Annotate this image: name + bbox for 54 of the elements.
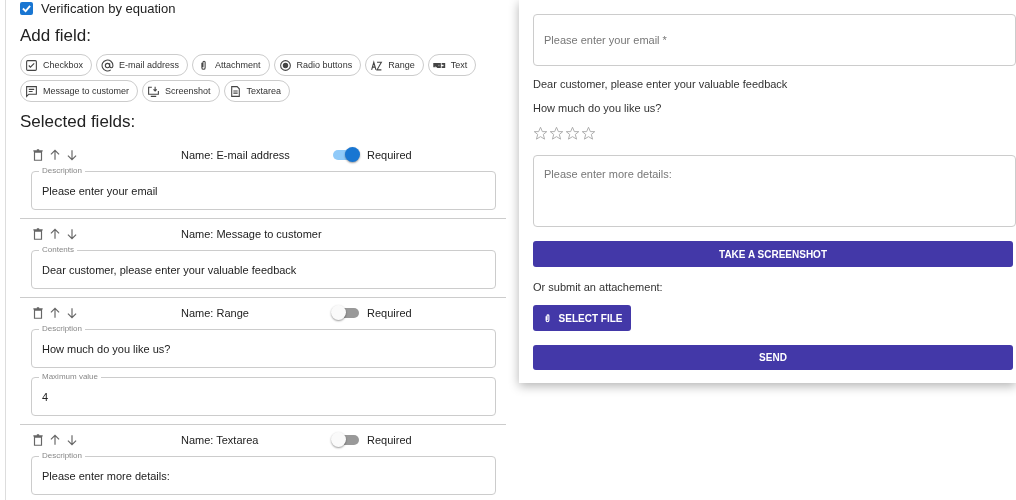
arrow-up-icon[interactable] xyxy=(48,306,62,320)
message-text: Dear customer, please enter your valuable feedback xyxy=(533,78,789,90)
screen-download-icon xyxy=(147,84,161,98)
field-name: Name: Textarea xyxy=(181,434,260,446)
star-icon[interactable] xyxy=(533,126,548,141)
send-button[interactable]: SEND xyxy=(533,345,1013,370)
email-field[interactable]: Please enter your email * xyxy=(533,14,1016,66)
radio-icon xyxy=(278,58,292,72)
sort-icon xyxy=(370,58,384,72)
field-type-chip[interactable]: Textarea xyxy=(223,80,291,102)
field-name: Name: Range xyxy=(181,307,250,319)
field-type-chip[interactable]: Message to customer xyxy=(20,80,139,102)
arrow-down-icon[interactable] xyxy=(65,433,79,447)
field-type-chip[interactable]: Attachment xyxy=(192,54,270,76)
attachment-text: Or submit an attachement: xyxy=(533,281,664,293)
checkbox[interactable] xyxy=(20,2,33,15)
arrow-down-icon[interactable] xyxy=(65,148,79,162)
trash-icon[interactable] xyxy=(31,148,45,162)
required-switch[interactable] xyxy=(333,308,359,318)
document-icon xyxy=(228,84,242,98)
field-type-chip[interactable]: Text xyxy=(427,54,477,76)
arrow-up-icon[interactable] xyxy=(48,227,62,241)
field-type-chip[interactable]: Screenshot xyxy=(142,80,220,102)
field-type-chip[interactable]: Checkbox xyxy=(20,54,93,76)
trash-icon[interactable] xyxy=(31,433,45,447)
screenshot-button[interactable]: TAKE A SCREENSHOT xyxy=(533,241,1013,267)
star-icon[interactable] xyxy=(565,126,580,141)
field-type-chip[interactable]: Range xyxy=(365,54,424,76)
trash-icon[interactable] xyxy=(31,306,45,320)
trash-icon[interactable] xyxy=(31,227,45,241)
field-type-chip[interactable]: Radio buttons xyxy=(273,54,362,76)
message-icon xyxy=(25,84,38,98)
select-file-button[interactable]: SELECT FILE xyxy=(533,305,631,331)
field-name: Name: E-mail address xyxy=(181,149,291,161)
question-text: How much do you like us? xyxy=(533,102,663,114)
field-type-chip[interactable]: E-mail address xyxy=(96,54,189,76)
section-title: Add field: xyxy=(20,26,92,46)
required-switch[interactable] xyxy=(333,150,359,160)
switch-label: Required xyxy=(367,307,412,319)
arrow-down-icon[interactable] xyxy=(65,227,79,241)
section-title: Selected fields: xyxy=(20,112,137,132)
checkbox-label: Verification by equation xyxy=(41,1,176,16)
arrow-up-icon[interactable] xyxy=(48,433,62,447)
field-name: Name: Message to customer xyxy=(181,228,323,240)
details-field[interactable]: Please enter more details: xyxy=(533,155,1016,227)
star-icon[interactable] xyxy=(581,126,596,141)
switch-label: Required xyxy=(367,149,412,161)
arrow-up-icon[interactable] xyxy=(48,148,62,162)
at-sign-icon xyxy=(101,58,115,72)
switch-label: Required xyxy=(367,434,412,446)
checkbox-icon xyxy=(25,58,38,72)
required-switch[interactable] xyxy=(333,435,359,445)
arrow-down-icon[interactable] xyxy=(65,306,79,320)
star-icon[interactable] xyxy=(549,126,564,141)
